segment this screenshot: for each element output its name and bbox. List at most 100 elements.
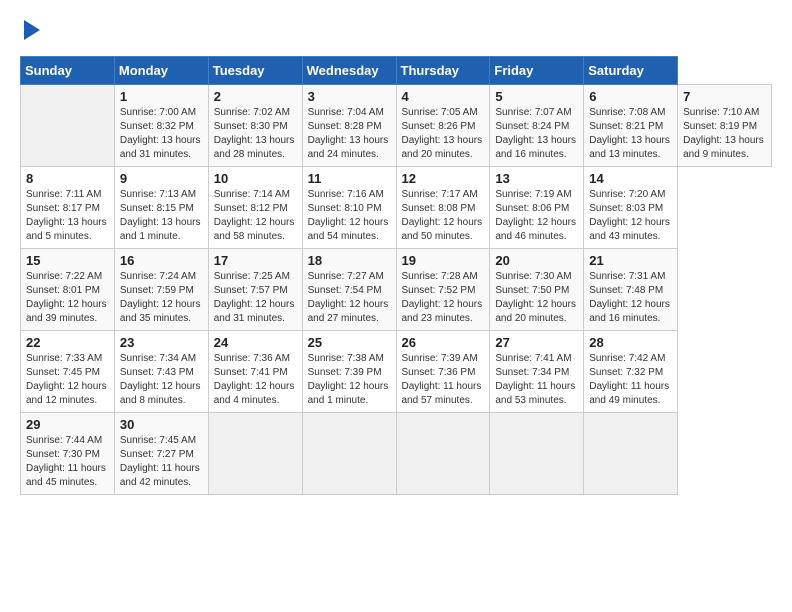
day-info: Sunrise: 7:38 AMSunset: 7:39 PMDaylight:… [308,352,391,408]
calendar-cell [21,85,115,167]
day-info: Sunrise: 7:44 AMSunset: 7:30 PMDaylight:… [26,434,109,490]
day-info: Sunrise: 7:08 AMSunset: 8:21 PMDaylight:… [589,106,672,162]
day-info: Sunrise: 7:27 AMSunset: 7:54 PMDaylight:… [308,270,391,326]
day-number: 26 [402,335,485,350]
calendar-cell [490,413,584,495]
calendar-week-row: 15Sunrise: 7:22 AMSunset: 8:01 PMDayligh… [21,249,772,331]
day-info: Sunrise: 7:19 AMSunset: 8:06 PMDaylight:… [495,188,578,244]
day-number: 16 [120,253,203,268]
day-info: Sunrise: 7:20 AMSunset: 8:03 PMDaylight:… [589,188,672,244]
calendar-cell [396,413,490,495]
day-number: 3 [308,89,391,104]
day-number: 7 [683,89,766,104]
calendar-cell: 12 Sunrise: 7:17 AMSunset: 8:08 PMDayligh… [396,167,490,249]
day-number: 2 [214,89,297,104]
calendar-cell: 15Sunrise: 7:22 AMSunset: 8:01 PMDayligh… [21,249,115,331]
day-number: 25 [308,335,391,350]
day-number: 27 [495,335,578,350]
day-info: Sunrise: 7:42 AMSunset: 7:32 PMDaylight:… [589,352,672,408]
day-number: 9 [120,171,203,186]
calendar-cell: 14 Sunrise: 7:20 AMSunset: 8:03 PMDayligh… [584,167,678,249]
day-info: Sunrise: 7:07 AMSunset: 8:24 PMDaylight:… [495,106,578,162]
calendar-cell: 2Sunrise: 7:02 AMSunset: 8:30 PMDaylight… [208,85,302,167]
calendar-cell: 22 Sunrise: 7:33 AMSunset: 7:45 PMDayligh… [21,331,115,413]
calendar-cell: 3Sunrise: 7:04 AMSunset: 8:28 PMDaylight… [302,85,396,167]
calendar-cell: 30 Sunrise: 7:45 AMSunset: 7:27 PMDayligh… [114,413,208,495]
calendar-cell: 26 Sunrise: 7:39 AMSunset: 7:36 PMDayligh… [396,331,490,413]
calendar-cell: 11Sunrise: 7:16 AMSunset: 8:10 PMDayligh… [302,167,396,249]
day-info: Sunrise: 7:24 AMSunset: 7:59 PMDaylight:… [120,270,203,326]
calendar-cell: 25 Sunrise: 7:38 AMSunset: 7:39 PMDayligh… [302,331,396,413]
header-day-sunday: Sunday [21,57,115,85]
day-info: Sunrise: 7:31 AMSunset: 7:48 PMDaylight:… [589,270,672,326]
day-number: 14 [589,171,672,186]
day-number: 1 [120,89,203,104]
day-info: Sunrise: 7:13 AMSunset: 8:15 PMDaylight:… [120,188,203,244]
calendar-cell [584,413,678,495]
day-number: 15 [26,253,109,268]
day-number: 20 [495,253,578,268]
day-info: Sunrise: 7:17 AMSunset: 8:08 PMDaylight:… [402,188,485,244]
day-number: 12 [402,171,485,186]
calendar-cell: 18 Sunrise: 7:27 AMSunset: 7:54 PMDayligh… [302,249,396,331]
day-info: Sunrise: 7:36 AMSunset: 7:41 PMDaylight:… [214,352,297,408]
day-info: Sunrise: 7:25 AMSunset: 7:57 PMDaylight:… [214,270,297,326]
calendar-cell: 27 Sunrise: 7:41 AMSunset: 7:34 PMDayligh… [490,331,584,413]
calendar-cell [302,413,396,495]
day-number: 28 [589,335,672,350]
day-number: 18 [308,253,391,268]
header-day-monday: Monday [114,57,208,85]
calendar-week-row: 29 Sunrise: 7:44 AMSunset: 7:30 PMDayligh… [21,413,772,495]
day-number: 30 [120,417,203,432]
day-info: Sunrise: 7:45 AMSunset: 7:27 PMDaylight:… [120,434,203,490]
calendar-cell: 1 Sunrise: 7:00 AMSunset: 8:32 PMDaylight… [114,85,208,167]
day-info: Sunrise: 7:33 AMSunset: 7:45 PMDaylight:… [26,352,109,408]
day-info: Sunrise: 7:14 AMSunset: 8:12 PMDaylight:… [214,188,297,244]
calendar-cell: 16 Sunrise: 7:24 AMSunset: 7:59 PMDayligh… [114,249,208,331]
day-info: Sunrise: 7:11 AMSunset: 8:17 PMDaylight:… [26,188,109,244]
day-number: 6 [589,89,672,104]
logo [20,20,40,40]
calendar-week-row: 22 Sunrise: 7:33 AMSunset: 7:45 PMDayligh… [21,331,772,413]
calendar-cell: 21 Sunrise: 7:31 AMSunset: 7:48 PMDayligh… [584,249,678,331]
day-number: 23 [120,335,203,350]
calendar-cell: 24Sunrise: 7:36 AMSunset: 7:41 PMDayligh… [208,331,302,413]
day-number: 4 [402,89,485,104]
day-info: Sunrise: 7:34 AMSunset: 7:43 PMDaylight:… [120,352,203,408]
day-info: Sunrise: 7:00 AMSunset: 8:32 PMDaylight:… [120,106,203,162]
day-number: 29 [26,417,109,432]
calendar-cell: 8 Sunrise: 7:11 AMSunset: 8:17 PMDaylight… [21,167,115,249]
day-info: Sunrise: 7:10 AMSunset: 8:19 PMDaylight:… [683,106,766,162]
calendar-cell: 5Sunrise: 7:07 AMSunset: 8:24 PMDaylight… [490,85,584,167]
page-header [20,20,772,40]
header-day-thursday: Thursday [396,57,490,85]
calendar-cell: 20 Sunrise: 7:30 AMSunset: 7:50 PMDayligh… [490,249,584,331]
day-info: Sunrise: 7:39 AMSunset: 7:36 PMDaylight:… [402,352,485,408]
logo-arrow-icon [24,20,40,40]
header-day-tuesday: Tuesday [208,57,302,85]
day-number: 21 [589,253,672,268]
calendar-cell: 7 Sunrise: 7:10 AMSunset: 8:19 PMDaylight… [678,85,772,167]
day-info: Sunrise: 7:41 AMSunset: 7:34 PMDaylight:… [495,352,578,408]
day-number: 10 [214,171,297,186]
header-day-wednesday: Wednesday [302,57,396,85]
calendar-cell: 13 Sunrise: 7:19 AMSunset: 8:06 PMDayligh… [490,167,584,249]
day-number: 22 [26,335,109,350]
day-number: 13 [495,171,578,186]
calendar-cell [208,413,302,495]
calendar-cell: 23 Sunrise: 7:34 AMSunset: 7:43 PMDayligh… [114,331,208,413]
day-info: Sunrise: 7:30 AMSunset: 7:50 PMDaylight:… [495,270,578,326]
calendar-cell: 29 Sunrise: 7:44 AMSunset: 7:30 PMDayligh… [21,413,115,495]
header-day-friday: Friday [490,57,584,85]
calendar-table: SundayMondayTuesdayWednesdayThursdayFrid… [20,56,772,495]
calendar-week-row: 8 Sunrise: 7:11 AMSunset: 8:17 PMDaylight… [21,167,772,249]
calendar-cell: 6 Sunrise: 7:08 AMSunset: 8:21 PMDaylight… [584,85,678,167]
calendar-cell: 9 Sunrise: 7:13 AMSunset: 8:15 PMDaylight… [114,167,208,249]
calendar-header-row: SundayMondayTuesdayWednesdayThursdayFrid… [21,57,772,85]
day-number: 17 [214,253,297,268]
calendar-cell: 17 Sunrise: 7:25 AMSunset: 7:57 PMDayligh… [208,249,302,331]
day-info: Sunrise: 7:28 AMSunset: 7:52 PMDaylight:… [402,270,485,326]
day-number: 8 [26,171,109,186]
calendar-cell: 10 Sunrise: 7:14 AMSunset: 8:12 PMDayligh… [208,167,302,249]
day-number: 19 [402,253,485,268]
